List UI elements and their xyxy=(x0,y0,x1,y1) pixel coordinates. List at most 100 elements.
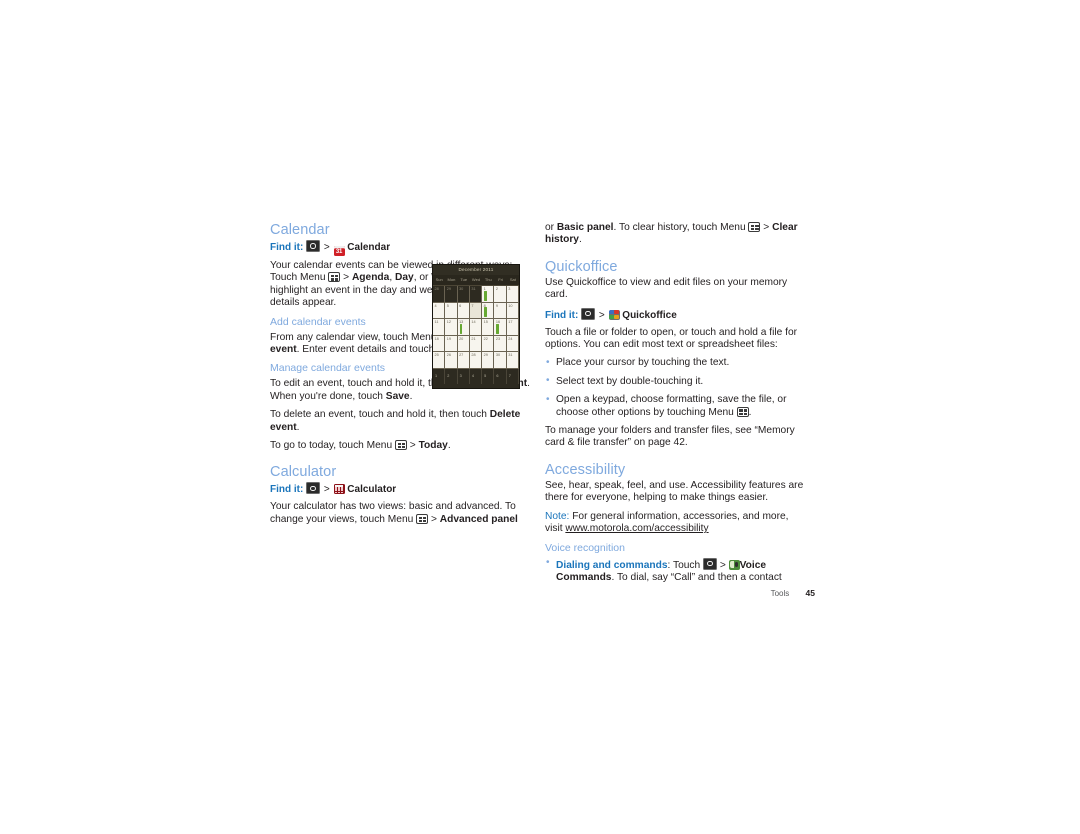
calendar-day-number[interactable]: 3 xyxy=(458,368,470,384)
page-footer: Tools 45 xyxy=(555,588,815,598)
calendar-event-block[interactable] xyxy=(496,323,500,334)
calendar-day-cell[interactable]: 21 xyxy=(469,335,483,352)
calendar-intro-d: , or xyxy=(413,272,432,284)
calendar-day-cell[interactable]: 17 xyxy=(506,319,519,336)
calendar-day-cell[interactable]: 1 xyxy=(482,286,495,303)
quickoffice-intro-paragraph: Use Quickoffice to view and edit files o… xyxy=(545,276,788,301)
basic-panel-bold: Basic panel xyxy=(556,222,614,233)
calendar-day-cell[interactable]: 13 xyxy=(457,319,470,336)
voice-bullet-a: : Touch xyxy=(667,559,704,571)
calendar-day-cell[interactable]: 7 xyxy=(469,302,483,319)
calendar-day-number: 20 xyxy=(459,336,464,341)
quickoffice-edit-paragraph: Touch a file or folder to open, or touch… xyxy=(545,326,798,351)
calendar-day-number[interactable]: 1 xyxy=(433,368,446,384)
calc-cont-d: . xyxy=(578,234,582,246)
calendar-day-number[interactable]: 6 xyxy=(494,368,507,384)
page-title-quickoffice: Quickoffice xyxy=(545,258,618,275)
calendar-day-number[interactable]: 7 xyxy=(507,368,519,384)
quickoffice-app-icon xyxy=(608,309,620,320)
calendar-day-cell[interactable]: 27 xyxy=(457,352,470,369)
calendar-day-number: 24 xyxy=(508,336,513,341)
calendar-day-header: Mon xyxy=(447,277,456,282)
calendar-day-cell[interactable]: 11 xyxy=(433,319,446,336)
calendar-day-cell[interactable]: 15 xyxy=(482,319,495,336)
findit-quickoffice: Find it: > Quickoffice xyxy=(545,307,805,323)
calendar-day-number: 18 xyxy=(434,336,439,341)
calendar-day-cell[interactable]: 10 xyxy=(506,302,519,319)
calendar-day-number[interactable]: 4 xyxy=(470,368,483,384)
add-events-d: . Enter event details and touch xyxy=(296,344,438,356)
calculator-app-icon xyxy=(333,484,345,495)
calendar-day-cell[interactable]: 24 xyxy=(506,335,519,352)
right-column: or Basic panel. To clear history, touch … xyxy=(545,222,805,590)
calc-cont-b: . To clear history, touch Menu xyxy=(613,222,749,233)
findit-calendar: Find it: > 31 Calendar xyxy=(270,240,530,256)
calendar-day-cell[interactable]: 8 xyxy=(482,302,495,319)
calc-cont-a: or xyxy=(545,222,557,233)
accessibility-link[interactable]: www.motorola.com/accessibility xyxy=(565,523,708,534)
calendar-day-grid: 28 29 30 31 1 2 3 4 5 6 7 8 9 10 11 12 13 14 15 16 17 18 19 20 2… xyxy=(433,286,519,369)
calendar-day-cell[interactable]: 31 xyxy=(506,352,519,369)
calendar-day-number: 4 xyxy=(434,303,437,308)
calendar-day-cell[interactable]: 18 xyxy=(433,335,446,352)
calendar-day-cell[interactable]: 3 xyxy=(506,286,519,303)
calendar-day-cell[interactable]: 6 xyxy=(457,302,470,319)
calculator-continued-paragraph: or Basic panel. To clear history, touch … xyxy=(545,222,805,247)
calendar-day-cell[interactable]: 29 xyxy=(445,286,458,303)
calendar-day-cell[interactable]: 22 xyxy=(482,335,495,352)
calendar-day-cell[interactable]: 9 xyxy=(494,302,507,319)
calendar-day-cell[interactable]: 20 xyxy=(457,335,470,352)
calendar-event-block[interactable] xyxy=(484,290,487,301)
findit-separator: > xyxy=(323,484,330,496)
calendar-day-number: 14 xyxy=(471,320,476,324)
calendar-event-block[interactable] xyxy=(484,307,487,317)
today-bold: Today xyxy=(418,440,448,452)
calendar-day-number[interactable]: 5 xyxy=(482,368,495,384)
calendar-day-cell[interactable]: 25 xyxy=(433,352,446,369)
calendar-day-cell[interactable]: 29 xyxy=(482,352,495,369)
calendar-day-cell[interactable]: 4 xyxy=(433,302,446,319)
calendar-event-block[interactable] xyxy=(459,323,463,334)
calendar-day-cell[interactable]: 12 xyxy=(445,319,458,336)
findit-target-calendar: Calendar xyxy=(347,242,391,253)
calendar-day-number: 2 xyxy=(495,287,499,291)
findit-separator: > xyxy=(598,309,605,321)
calendar-day-number: 7 xyxy=(471,303,474,308)
calendar-day-cell[interactable]: 31 xyxy=(469,286,483,303)
edit-event-c: . xyxy=(409,390,413,402)
calendar-day-cell[interactable]: 2 xyxy=(494,286,507,303)
delete-event-paragraph: To delete an event, touch and hold it, t… xyxy=(270,409,530,434)
calendar-day-number: 28 xyxy=(471,353,476,357)
bullet3-a: Open a keypad, choose formatting, save t… xyxy=(556,394,787,418)
calendar-day-cell[interactable]: 28 xyxy=(433,286,446,303)
calendar-day-number: 30 xyxy=(495,353,501,357)
calc-cont-c: > xyxy=(760,222,773,233)
add-events-a: From any calendar view, touch Menu xyxy=(270,331,440,343)
calendar-month-view-screenshot: December 2011 Sun Mon Tue Wed Thu Fri Sat 28 29… xyxy=(432,264,520,389)
calendar-day-cell[interactable]: 26 xyxy=(445,352,458,369)
calendar-day-cell[interactable]: 28 xyxy=(469,352,483,369)
list-item: Place your cursor by touching the text. xyxy=(545,357,805,370)
calendar-day-number[interactable]: 2 xyxy=(445,368,458,384)
calendar-day-number: 17 xyxy=(508,320,513,324)
today-paragraph: To go to today, touch Menu > Today. xyxy=(270,440,530,452)
left-column: Calendar Find it: > 31 Calendar Your cal… xyxy=(270,222,530,590)
calendar-day-cell[interactable]: 5 xyxy=(445,302,458,319)
calendar-day-number: 12 xyxy=(446,320,452,324)
calendar-day-number: 31 xyxy=(471,287,476,291)
calendar-day-cell[interactable]: 16 xyxy=(494,319,507,336)
calendar-day-number: 26 xyxy=(446,353,452,357)
voice-bullet-c: . To dial, say “Call” and then a contact xyxy=(611,571,782,583)
calendar-day-cell[interactable]: 30 xyxy=(457,286,470,303)
calendar-day-cell[interactable]: 30 xyxy=(494,352,507,369)
subheading-voice-recognition: Voice recognition xyxy=(545,541,625,554)
calendar-day-number: 21 xyxy=(471,336,476,341)
calendar-day-cell[interactable]: 14 xyxy=(469,319,483,336)
quickoffice-transfer-paragraph: To manage your folders and transfer file… xyxy=(545,425,795,449)
accessibility-note-paragraph: Note: For general information, accessori… xyxy=(545,511,805,536)
findit-label: Find it: xyxy=(270,242,304,253)
calendar-day-cell[interactable]: 23 xyxy=(494,335,507,352)
launcher-icon xyxy=(581,307,596,320)
calendar-day-number: 25 xyxy=(434,353,439,357)
calendar-day-cell[interactable]: 19 xyxy=(445,335,458,352)
